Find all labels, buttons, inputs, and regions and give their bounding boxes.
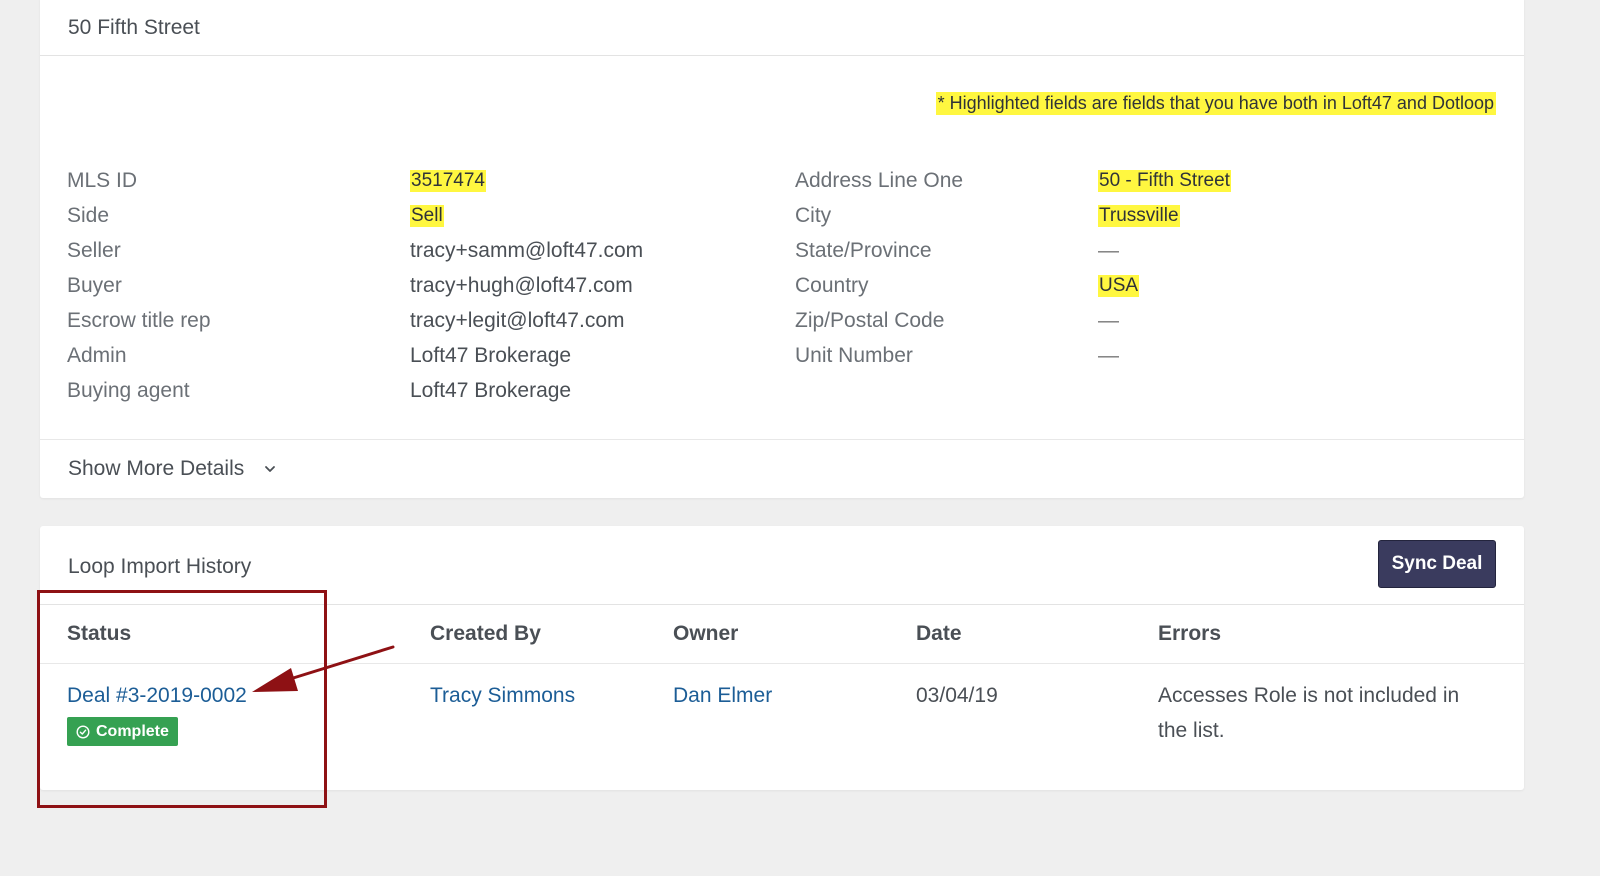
field-value-admin: Loft47 Brokerage [410, 338, 571, 373]
field-row-country: Country [795, 268, 869, 303]
field-label: Country [795, 273, 869, 297]
field-value: tracy+hugh@loft47.com [410, 273, 633, 297]
column-header-created-by: Created By [430, 622, 541, 645]
field-row-zip: Zip/Postal Code [795, 303, 944, 338]
sync-deal-button[interactable]: Sync Deal [1378, 540, 1496, 588]
field-label: Buying agent [67, 378, 190, 402]
field-value-address: 50 - Fifth Street [1098, 163, 1231, 198]
show-more-label: Show More Details [68, 457, 245, 480]
field-value-mls-id: 3517474 [410, 163, 486, 198]
field-value: Loft47 Brokerage [410, 343, 572, 367]
field-value: — [1098, 308, 1119, 332]
column-header-date: Date [916, 622, 962, 645]
field-label: State/Province [795, 238, 932, 262]
card-header: 50 Fifth Street [40, 0, 1524, 56]
field-row-state: State/Province [795, 233, 932, 268]
field-label: Side [67, 203, 110, 227]
field-value-zip: — [1098, 303, 1119, 338]
field-row-escrow: Escrow title rep [67, 303, 211, 338]
created-by-link[interactable]: Tracy Simmons [430, 684, 575, 708]
property-title: 50 Fifth Street [68, 15, 200, 39]
field-label: City [795, 203, 832, 227]
field-value: tracy+samm@loft47.com [410, 238, 644, 262]
field-value: Sell [410, 204, 444, 227]
field-row-admin: Admin [67, 338, 127, 373]
field-value: — [1098, 343, 1119, 367]
errors-cell: Accesses Role is not included in the lis… [1158, 684, 1460, 742]
property-details-card: 50 Fifth Street * Highlighted fields are… [40, 0, 1524, 498]
field-label: Buyer [67, 273, 122, 297]
field-row-seller: Seller [67, 233, 121, 268]
field-label: MLS ID [67, 168, 138, 192]
field-label: Zip/Postal Code [795, 308, 945, 332]
field-value-state: — [1098, 233, 1119, 268]
field-value: 3517474 [410, 169, 486, 192]
field-value-unit: — [1098, 338, 1119, 373]
field-value: Trussville [1098, 204, 1180, 227]
field-value-seller: tracy+samm@loft47.com [410, 233, 643, 268]
field-row-address: Address Line One [795, 163, 963, 198]
field-value: — [1098, 238, 1119, 262]
field-row-buying-agent: Buying agent [67, 373, 190, 408]
field-row-city: City [795, 198, 831, 233]
highlight-note: * Highlighted fields are fields that you… [935, 92, 1496, 115]
field-row-buyer: Buyer [67, 268, 122, 303]
field-row-mls-id: MLS ID [67, 163, 137, 198]
field-value-buying-agent: Loft47 Brokerage [410, 373, 571, 408]
field-label: Address Line One [795, 168, 964, 192]
field-value-city: Trussville [1098, 198, 1180, 233]
field-value-buyer: tracy+hugh@loft47.com [410, 268, 633, 303]
chevron-down-icon [265, 466, 276, 472]
field-row-unit: Unit Number [795, 338, 913, 373]
field-value-side: Sell [410, 198, 444, 233]
field-label: Unit Number [795, 343, 913, 367]
field-value: Loft47 Brokerage [410, 378, 572, 402]
field-row-side: Side [67, 198, 109, 233]
column-header-errors: Errors [1158, 622, 1222, 645]
show-more-details-toggle[interactable]: Show More Details [40, 439, 1524, 498]
annotation-highlight-box [37, 590, 327, 808]
field-value: USA [1098, 274, 1140, 297]
date-cell: 03/04/19 [916, 684, 998, 707]
field-value-escrow: tracy+legit@loft47.com [410, 303, 625, 338]
field-value-country: USA [1098, 268, 1140, 303]
field-label: Escrow title rep [67, 308, 211, 332]
field-label: Admin [67, 343, 127, 367]
field-value: tracy+legit@loft47.com [410, 308, 625, 332]
field-label: Seller [67, 238, 121, 262]
field-value: 50 - Fifth Street [1098, 169, 1231, 192]
history-title: Loop Import History [68, 555, 252, 578]
owner-link[interactable]: Dan Elmer [673, 684, 772, 708]
column-header-owner: Owner [673, 622, 739, 645]
